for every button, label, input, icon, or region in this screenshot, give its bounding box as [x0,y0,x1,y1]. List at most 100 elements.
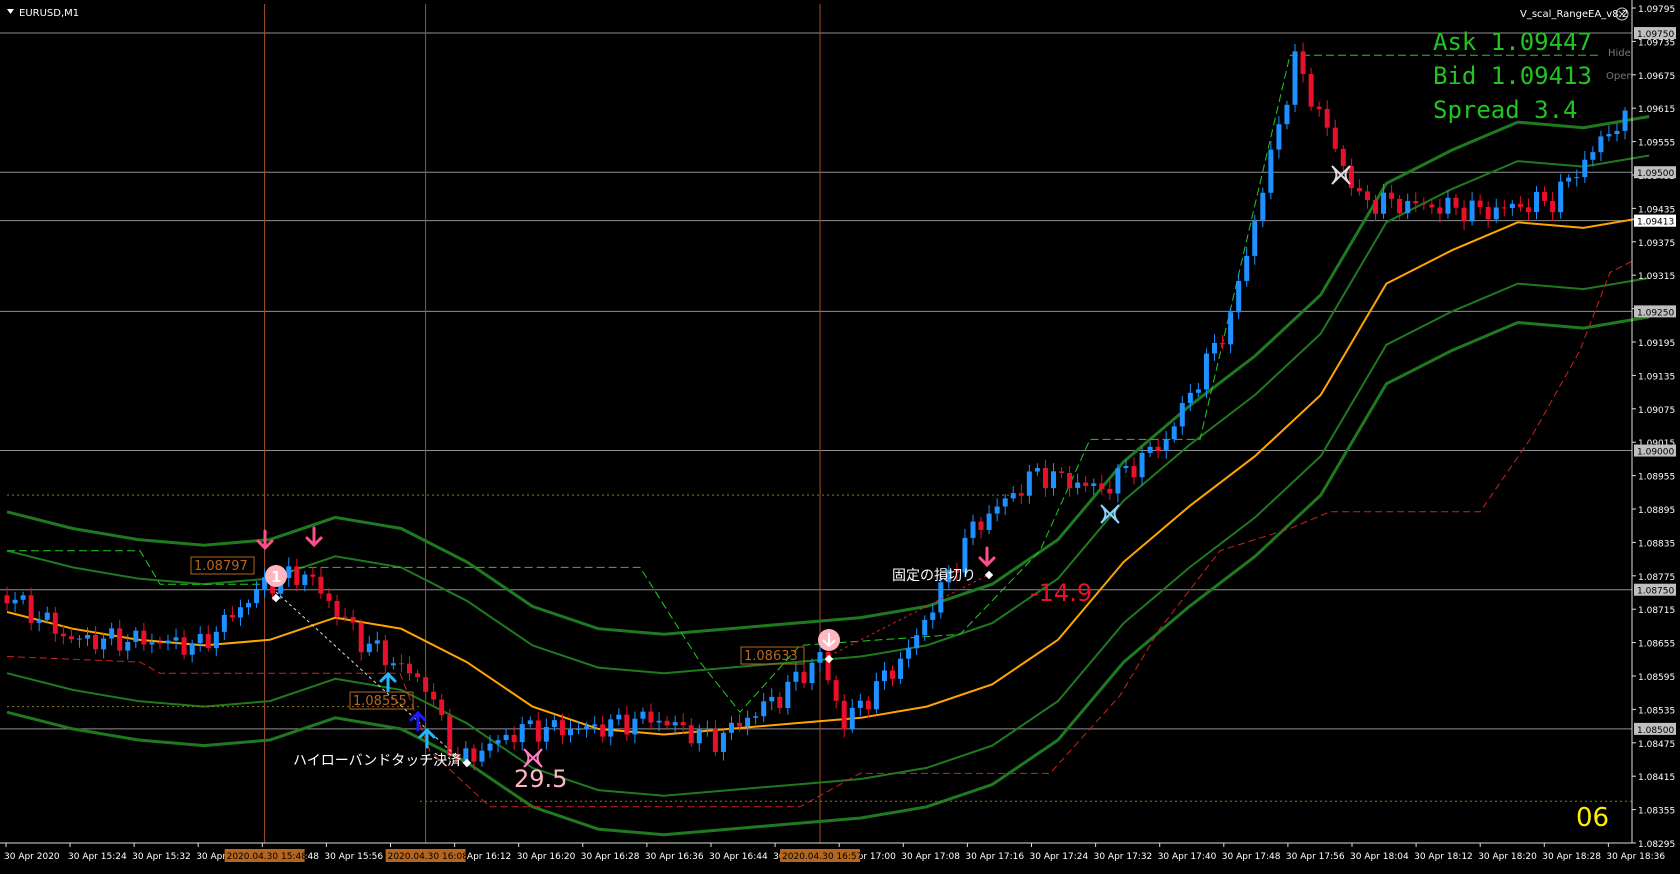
candle-down [1099,483,1105,489]
time-tick-label: 30 Apr 16:36 [645,852,704,862]
candle-up [1051,471,1056,489]
candle-up [584,726,590,729]
time-tick-label: 30 Apr 17:40 [1158,852,1217,862]
profit-value: 29.5 [514,765,567,793]
candle-up [286,566,292,579]
price-tick-label: 1.09075 [1638,406,1675,416]
chart-svg[interactable]: 1.097951.097351.096751.096151.095551.094… [0,0,1680,870]
candle-down [157,642,163,644]
candle-down [1364,191,1370,201]
ea-title: V_scal_RangeEA_v8.2 [1520,9,1628,20]
candle-down [1059,471,1065,473]
candle-down [841,700,847,730]
candle-up [1381,192,1387,214]
candle-down [334,600,340,617]
candle-up [1123,465,1129,469]
time-tick-label: 30 Apr 18:04 [1350,852,1409,862]
price-tick-label: 1.09375 [1638,239,1675,249]
candle-down [1453,197,1459,208]
open-button[interactable]: Open [1606,71,1633,82]
time-tick-label: 30 Apr 15:32 [132,852,191,862]
candle-up [608,719,614,737]
candle-up [729,722,734,733]
candle-down [890,670,895,679]
candle-down [737,722,743,727]
price-tick-label: 1.09615 [1638,105,1675,115]
time-tick-label: 30 Apr 17:24 [1030,852,1089,862]
candle-up [12,599,18,604]
candle-up [551,720,557,728]
candle-down [680,722,686,726]
hide-button[interactable]: Hide [1608,48,1631,59]
candle-down [511,734,517,743]
candle-up [44,612,50,620]
candle-up [503,734,509,741]
vertical-time-label: 2020.04.30 16:57 [782,852,862,862]
candle-up [592,724,598,727]
price-tick-label: 1.09135 [1638,372,1675,382]
candle-down [1550,200,1556,213]
candle-up [930,612,936,620]
candle-down [93,635,99,650]
candle-down [1316,106,1322,110]
candle-up [189,643,195,655]
candle-down [648,711,654,723]
candle-up [704,728,710,730]
candle-down [1083,482,1089,486]
time-tick-label: 30 Apr 18:36 [1606,852,1665,862]
candle-down [1131,465,1137,478]
time-tick-label: 30 Apr 18:28 [1542,852,1601,862]
candle-down [318,576,324,594]
price-tick-label: 1.08895 [1638,506,1675,516]
level-price-tag-label: 1.08500 [1637,726,1674,736]
candle-up [849,707,855,730]
candle-down [205,633,211,649]
candle-up [173,637,179,641]
candle-up [246,603,251,608]
candle-down [350,617,356,623]
candle-down [833,680,839,701]
candle-up [1075,482,1081,488]
time-tick-label: 30 Apr 17:08 [901,852,960,862]
candle-down [1067,472,1073,488]
candle-up [898,658,904,679]
vertical-time-label: 2020.04.30 15:48 [227,852,308,862]
price-tick-label: 1.09795 [1638,5,1675,15]
candle-up [1212,342,1217,354]
candle-up [479,750,485,762]
candle-down [310,574,316,577]
candle-up [1606,134,1612,137]
candle-down [1501,207,1507,209]
candle-down [1340,148,1346,166]
time-tick-label: 30 Apr 15:24 [68,852,127,862]
candle-up [1091,483,1097,486]
candle-up [1276,124,1282,150]
price-tick-label: 1.09435 [1638,205,1675,215]
candle-up [543,727,549,742]
candle-down [4,595,10,604]
candle-up [221,614,227,632]
candle-up [20,595,26,600]
candle-down [624,714,630,735]
candle-up [906,648,912,659]
candle-down [294,566,300,585]
candle-up [857,700,863,708]
price-chart[interactable]: 1.09795 1.09735 1.09675 1.09615 1.09555 1.094… [0,0,1680,870]
price-tick-label: 1.08355 [1638,807,1675,817]
candle-down [60,633,66,637]
candle-up [125,641,131,651]
candle-up [616,714,622,720]
candle-down [1348,165,1354,189]
price-tick-label: 1.08775 [1638,573,1675,583]
time-tick-label: 30 Apr 16:28 [581,852,640,862]
candle-up [1244,255,1250,281]
candle-up [938,582,944,613]
candle-down [535,720,541,742]
candle-down [664,720,670,726]
candle-up [568,729,573,736]
candle-down [431,691,437,700]
candle-up [785,681,791,709]
candle-down [1332,127,1338,149]
candle-up [390,663,396,666]
candle-down [1107,488,1113,494]
